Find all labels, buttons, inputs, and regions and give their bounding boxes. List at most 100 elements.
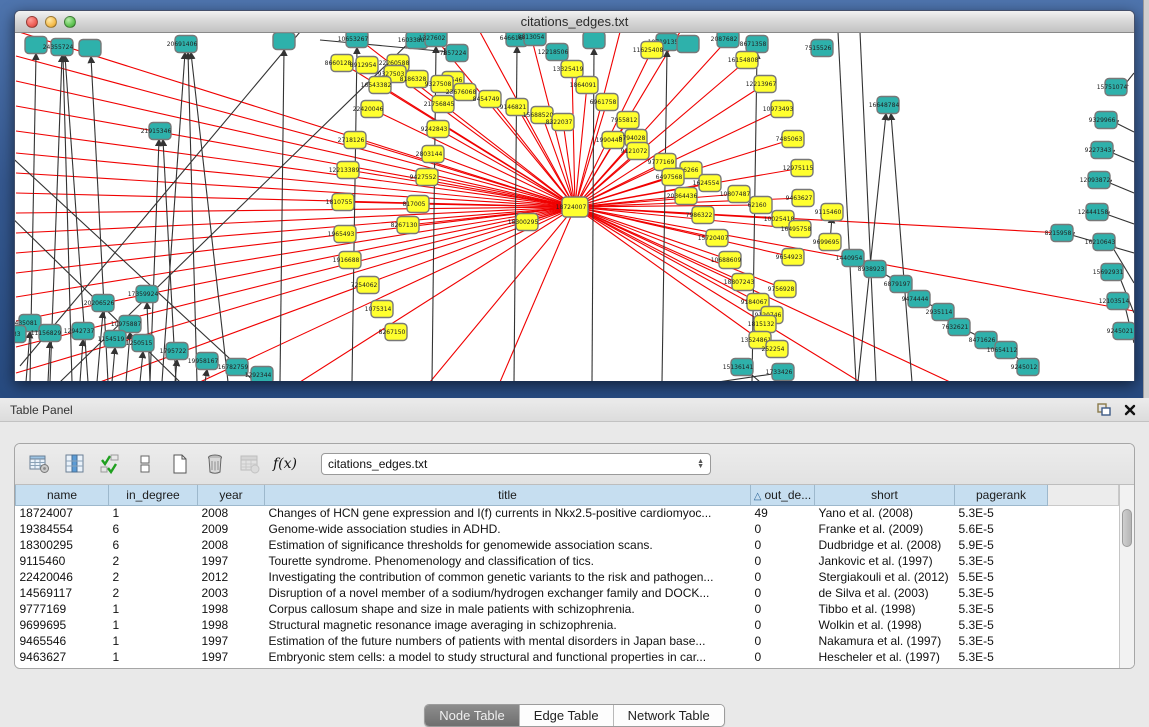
column-header-short[interactable]: short xyxy=(815,485,955,505)
graph-node[interactable]: 22420046 xyxy=(353,101,384,118)
graph-node[interactable]: 9245021 xyxy=(1107,323,1134,340)
graph-node[interactable]: 8267130 xyxy=(391,217,419,234)
graph-node[interactable]: 15136141 xyxy=(723,359,754,376)
graph-node[interactable]: 21915346 xyxy=(141,123,172,140)
graph-node[interactable]: 12444158 xyxy=(1078,204,1109,221)
tab-node-table[interactable]: Node Table xyxy=(425,705,520,726)
table-row[interactable]: 977716911998Corpus callosum shape and si… xyxy=(16,601,1119,617)
table-row[interactable]: 911546021997Tourette syndrome. Phenomeno… xyxy=(16,553,1119,569)
graph-node[interactable]: 9463627 xyxy=(786,190,814,207)
graph-node[interactable]: 8454749 xyxy=(473,91,501,108)
function-builder-button[interactable]: f(x) xyxy=(272,451,298,477)
graph-node[interactable]: 10688609 xyxy=(711,252,742,269)
graph-node[interactable]: 10807487 xyxy=(720,186,751,203)
graph-node[interactable]: 20691406 xyxy=(167,36,198,53)
graph-node[interactable]: 1292344 xyxy=(245,367,273,382)
graph-node[interactable]: 1864091 xyxy=(570,77,598,94)
column-header-pagerank[interactable]: pagerank xyxy=(955,485,1048,505)
graph-node[interactable]: 16210643 xyxy=(1085,234,1116,251)
graph-node[interactable]: 18300295 xyxy=(508,214,539,231)
table-row[interactable]: 2242004622012Investigating the contribut… xyxy=(16,569,1119,585)
graph-node[interactable]: 13325419 xyxy=(553,61,584,78)
graph-node[interactable]: 20206526 xyxy=(84,295,115,312)
graph-node[interactable]: 1733426 xyxy=(766,364,794,381)
delete-columns-button[interactable] xyxy=(202,451,228,477)
graph-node[interactable] xyxy=(79,40,101,57)
graph-node[interactable]: 7485063 xyxy=(776,131,804,148)
tab-network-table[interactable]: Network Table xyxy=(614,705,724,726)
graph-node[interactable]: 7254062 xyxy=(351,277,379,294)
graph-node[interactable]: 252254 xyxy=(762,341,788,358)
tab-edge-table[interactable]: Edge Table xyxy=(520,705,614,726)
graph-node[interactable]: 11625408 xyxy=(633,42,664,59)
graph-node[interactable]: 62160 xyxy=(747,197,772,214)
graph-node[interactable]: 10653267 xyxy=(338,33,369,48)
graph-node[interactable]: 16648784 xyxy=(869,97,900,114)
graph-node[interactable] xyxy=(273,33,295,50)
table-row[interactable]: 1872400712008Changes of HCN gene express… xyxy=(16,505,1119,521)
graph-node[interactable]: 1916688 xyxy=(333,252,361,269)
graph-node[interactable]: 15692931 xyxy=(1093,264,1124,281)
graph-node[interactable]: 1810755 xyxy=(326,194,354,211)
graph-node[interactable]: 12942737 xyxy=(64,323,95,340)
column-header-in_degree[interactable]: in_degree xyxy=(109,485,198,505)
graph-node[interactable]: 8671358 xyxy=(740,36,768,53)
table-scrollbar[interactable] xyxy=(1119,485,1134,669)
graph-node[interactable]: 15751074 xyxy=(1097,79,1128,96)
graph-node[interactable]: 16543382 xyxy=(361,77,392,94)
graph-node[interactable]: 7986322 xyxy=(686,207,714,224)
graph-node[interactable]: 10973493 xyxy=(763,101,794,118)
table-mode-button[interactable] xyxy=(27,451,53,477)
graph-node[interactable]: 12213967 xyxy=(746,76,777,93)
graph-node[interactable]: 6879197 xyxy=(884,276,912,293)
graph-node[interactable]: 12975115 xyxy=(783,160,814,177)
column-header-title[interactable]: title xyxy=(265,485,751,505)
column-header-out_degree[interactable]: △out_de... xyxy=(751,485,815,505)
table-row[interactable]: 946554611997Estimation of the future num… xyxy=(16,633,1119,649)
graph-node[interactable]: 2087682 xyxy=(711,33,739,48)
table-row[interactable]: 969969511998Structural magnetic resonanc… xyxy=(16,617,1119,633)
table-row[interactable]: 1938455462009Genome-wide association stu… xyxy=(16,521,1119,537)
graph-node[interactable]: 1965493 xyxy=(328,226,356,243)
column-header-year[interactable]: year xyxy=(198,485,265,505)
network-view[interactable]: 2435572420691406106532671603380913276027… xyxy=(15,33,1134,381)
graph-node[interactable]: 12213389 xyxy=(329,162,360,179)
create-new-column-button[interactable] xyxy=(167,451,193,477)
graph-node[interactable] xyxy=(583,33,605,49)
graph-node[interactable]: 39133 xyxy=(15,326,26,343)
table-row[interactable]: 946362711997Embryonic stem cells: a mode… xyxy=(16,649,1119,665)
graph-node[interactable]: 7515526 xyxy=(805,40,833,57)
graph-node[interactable]: 12093872 xyxy=(1080,172,1111,189)
window-titlebar[interactable]: citations_edges.txt xyxy=(15,11,1134,33)
graph-node[interactable]: 17359924 xyxy=(128,286,159,303)
close-panel-icon[interactable] xyxy=(1121,402,1139,418)
deselect-all-button[interactable] xyxy=(132,451,158,477)
graph-node[interactable]: 9121072 xyxy=(621,143,649,160)
graph-node[interactable]: 8215958 xyxy=(1045,225,1073,242)
column-header-name[interactable]: name xyxy=(16,485,109,505)
select-all-button[interactable] xyxy=(97,451,123,477)
graph-node[interactable]: 19958167 xyxy=(188,353,219,370)
graph-node[interactable]: 12103514 xyxy=(1099,293,1130,310)
graph-node[interactable]: 817005 xyxy=(403,196,429,213)
graph-node[interactable]: 1815132 xyxy=(748,316,776,333)
network-table-selector[interactable]: citations_edges.txt ▲▼ xyxy=(321,453,711,475)
show-columns-button[interactable] xyxy=(62,451,88,477)
graph-node[interactable]: 9699695 xyxy=(813,234,841,251)
graph-node[interactable]: 16154808 xyxy=(728,52,759,69)
graph-node[interactable]: 8267150 xyxy=(379,324,407,341)
graph-node[interactable]: 9756928 xyxy=(768,281,796,298)
graph-node[interactable]: 15720407 xyxy=(698,230,729,247)
graph-node[interactable]: 1440954 xyxy=(836,250,864,267)
graph-node[interactable] xyxy=(677,36,699,53)
graph-node[interactable]: 9115460 xyxy=(815,204,843,221)
table-scrollbar-thumb[interactable] xyxy=(1122,509,1132,547)
graph-node[interactable]: 9245012 xyxy=(1011,359,1039,376)
table-row[interactable]: 1456911722003Disruption of a novel membe… xyxy=(16,585,1119,601)
graph-node[interactable]: 9329966 xyxy=(1089,112,1117,129)
graph-node[interactable]: 1154519 xyxy=(98,331,126,348)
graph-node[interactable]: 9227343 xyxy=(1085,142,1113,159)
table-row[interactable]: 1830029562008Estimation of significance … xyxy=(16,537,1119,553)
graph-node[interactable]: 9654923 xyxy=(776,249,804,266)
float-panel-icon[interactable] xyxy=(1095,402,1113,418)
